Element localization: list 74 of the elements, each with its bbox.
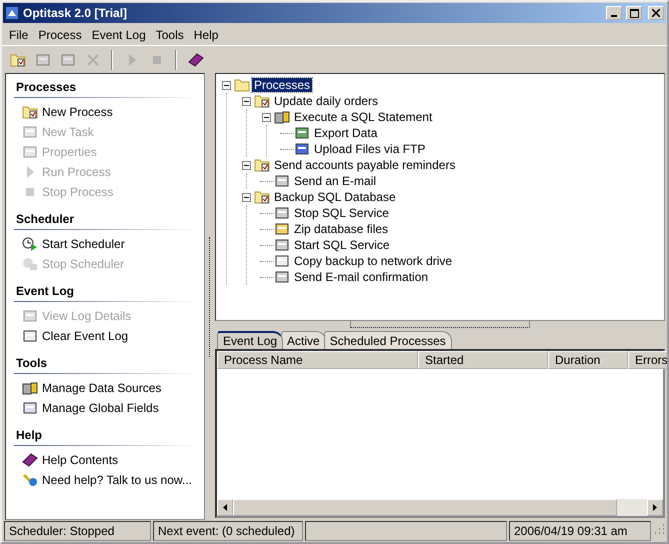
tree-item[interactable]: Start SQL Service xyxy=(292,238,392,252)
tree-item[interactable]: Update daily orders xyxy=(272,94,380,108)
splitter-handle[interactable] xyxy=(350,321,530,328)
sidebar-link[interactable]: Help Contents xyxy=(6,450,204,470)
minimize-button[interactable] xyxy=(606,6,622,20)
column-header[interactable]: Errors xyxy=(628,351,667,369)
resize-grip-icon xyxy=(653,521,665,535)
collapse-icon[interactable] xyxy=(242,160,251,170)
column-header[interactable]: Process Name xyxy=(217,351,418,369)
section-heading: Tools xyxy=(14,354,198,374)
task-icon xyxy=(274,254,290,268)
tree-item[interactable]: Send accounts payable reminders xyxy=(272,158,458,172)
close-icon xyxy=(652,9,660,17)
section-heading: Help xyxy=(14,426,198,446)
sidebar-link[interactable]: Need help? Talk to us now... xyxy=(6,470,204,490)
task-icon xyxy=(274,206,290,220)
scrollbar-thumb[interactable] xyxy=(233,499,617,516)
tree-item[interactable]: Execute a SQL Statement xyxy=(292,110,434,124)
delete-icon xyxy=(86,52,100,66)
collapse-icon[interactable] xyxy=(242,96,251,106)
folder-icon xyxy=(10,52,26,66)
tree-item[interactable]: Copy backup to network drive xyxy=(292,254,454,268)
menu-item[interactable]: Event Log xyxy=(86,28,151,42)
task-icon xyxy=(274,222,290,236)
menu-item[interactable]: File xyxy=(4,28,34,42)
column-header[interactable]: Duration xyxy=(548,351,628,369)
sidebar-link[interactable]: Manage Data Sources xyxy=(6,378,204,398)
status-text: 2006/04/19 09:31 am xyxy=(514,524,628,538)
collapse-icon[interactable] xyxy=(262,112,271,122)
tree-item[interactable]: Send an E-mail xyxy=(292,174,378,188)
menu-item[interactable]: Help xyxy=(188,28,224,42)
column-header[interactable]: Started xyxy=(418,351,548,369)
tree-item[interactable]: Stop SQL Service xyxy=(292,206,391,220)
tree-item[interactable]: Send E-mail confirmation xyxy=(292,270,430,284)
tree-item[interactable]: Zip database files xyxy=(292,222,390,236)
database-icon xyxy=(274,110,290,124)
window-title: Optitask 2.0 [Trial] xyxy=(23,6,128,20)
maximize-button[interactable] xyxy=(626,6,642,20)
tree-item[interactable]: Processes xyxy=(252,78,312,92)
status-text: Scheduler: Stopped xyxy=(9,524,114,538)
folder-icon xyxy=(22,105,38,119)
tree-item[interactable]: Upload Files via FTP xyxy=(312,142,428,156)
sidebar-link[interactable]: Clear Event Log xyxy=(6,326,204,346)
folder-icon xyxy=(234,78,250,92)
sidebar-link[interactable]: Start Scheduler xyxy=(6,234,204,254)
task-icon xyxy=(294,126,310,140)
section-heading: Scheduler xyxy=(14,210,198,230)
tab[interactable]: Event Log xyxy=(217,331,284,349)
scroll-right-icon[interactable] xyxy=(647,499,663,516)
tab[interactable]: Scheduled Processes xyxy=(324,331,452,349)
menu-item[interactable]: Tools xyxy=(150,28,189,42)
task-icon xyxy=(274,270,290,284)
tree-item[interactable]: Backup SQL Database xyxy=(272,190,398,204)
section-heading: Event Log xyxy=(14,282,198,302)
database-icon xyxy=(22,381,38,395)
scroll-left-icon[interactable] xyxy=(217,499,233,516)
task-icon xyxy=(294,142,310,156)
collapse-icon[interactable] xyxy=(222,80,231,90)
folder-icon xyxy=(254,94,270,108)
menu-item[interactable]: Process xyxy=(33,28,87,42)
tree-item[interactable]: Export Data xyxy=(312,126,380,140)
close-button[interactable] xyxy=(648,6,664,20)
collapse-icon[interactable] xyxy=(242,192,251,202)
folder-icon xyxy=(254,190,270,204)
sidebar-link[interactable]: New Process xyxy=(6,102,204,122)
task-icon xyxy=(274,238,290,252)
sidebar-link[interactable]: Manage Global Fields xyxy=(6,398,204,418)
folder-icon xyxy=(254,158,270,172)
section-heading: Processes xyxy=(14,78,198,98)
task-icon xyxy=(274,174,290,188)
tab[interactable]: Active xyxy=(281,331,326,349)
app-icon xyxy=(5,6,19,20)
status-text: Next event: (0 scheduled) xyxy=(158,524,295,538)
maximize-icon xyxy=(630,8,638,18)
